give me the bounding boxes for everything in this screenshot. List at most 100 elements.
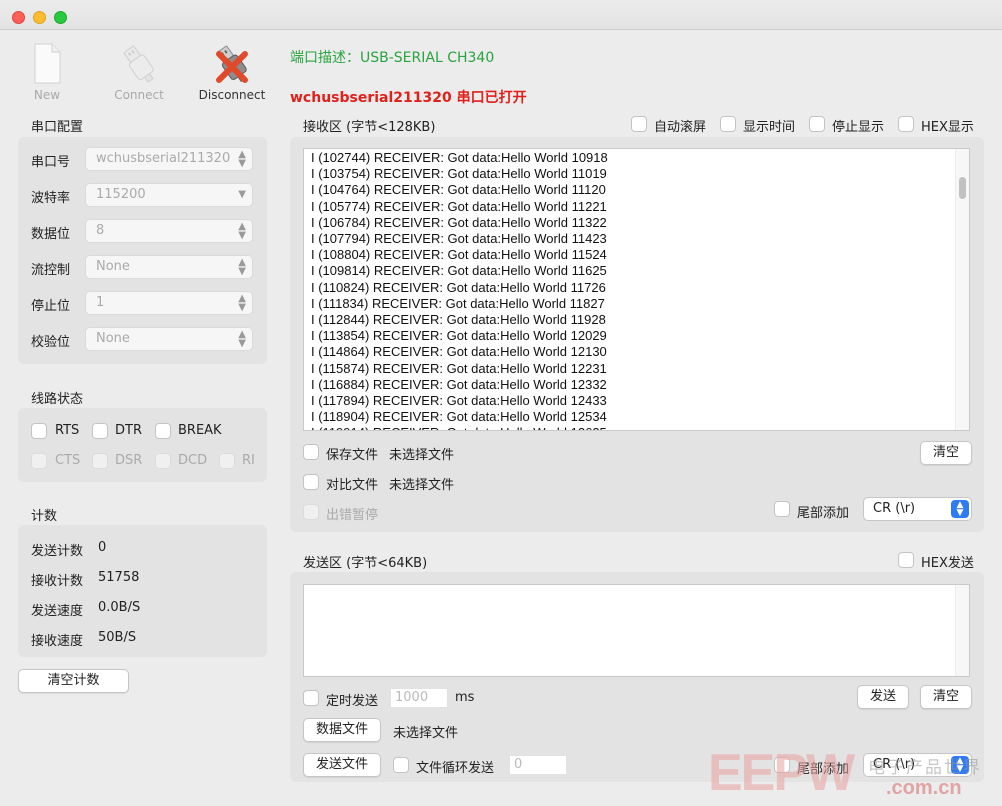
new-button[interactable]: New <box>20 42 74 102</box>
receive-speed-label: 接收速度 <box>31 634 84 649</box>
timer-interval-input[interactable]: 1000 <box>390 688 448 708</box>
ri-label: RI <box>242 453 255 468</box>
loop-send-label: 文件循环发送 <box>416 761 495 776</box>
error-pause-label: 出错暂停 <box>326 508 379 523</box>
watermark-domain-text: .com.cn <box>886 777 962 799</box>
hex-send-checkbox[interactable] <box>898 552 914 568</box>
receive-append-label: 尾部添加 <box>797 506 850 521</box>
parity-value: None <box>96 331 130 346</box>
stop-display-label: 停止显示 <box>832 120 885 135</box>
hex-send-label: HEX发送 <box>921 556 974 571</box>
app-window: New Connect Disconnect 端口描述：USB-SERIAL C… <box>0 0 1002 806</box>
received-count-value: 51758 <box>98 570 140 585</box>
dsr-label: DSR <box>115 453 143 468</box>
title-bar <box>0 0 1002 30</box>
receive-line: I (109814) RECEIVER: Got data:Hello Worl… <box>311 263 607 279</box>
dtr-checkbox[interactable] <box>92 423 108 439</box>
new-document-icon <box>34 43 61 84</box>
receive-line: I (115874) RECEIVER: Got data:Hello Worl… <box>311 360 607 376</box>
auto-scroll-checkbox[interactable] <box>631 116 647 132</box>
hex-display-label: HEX显示 <box>921 120 974 135</box>
flow-control-label: 流控制 <box>31 263 71 278</box>
receive-text-area[interactable]: I (102744) RECEIVER: Got data:Hello Worl… <box>303 148 970 431</box>
port-description: 端口描述：USB-SERIAL CH340 <box>290 50 495 66</box>
send-button[interactable]: 发送 <box>857 685 909 709</box>
auto-scroll-label: 自动滚屏 <box>654 120 707 135</box>
error-pause-checkbox[interactable] <box>303 504 319 520</box>
cts-label: CTS <box>55 453 81 468</box>
line-status-panel: RTS DTR BREAK CTS DSR DCD RI <box>18 408 267 482</box>
disconnect-button[interactable]: Disconnect <box>196 42 268 102</box>
watermark-slogan: 电子产品世界 <box>868 758 982 778</box>
receive-line: I (116884) RECEIVER: Got data:Hello Worl… <box>311 376 607 392</box>
data-file-button[interactable]: 数据文件 <box>303 718 381 742</box>
flow-control-select[interactable]: None ▲ ▼ <box>85 255 253 279</box>
updown-arrow-icon: ▲ ▼ <box>238 329 246 349</box>
receive-append-value: CR (\r) <box>873 501 916 516</box>
loop-send-checkbox[interactable] <box>393 757 409 773</box>
stop-bits-value: 1 <box>96 295 105 310</box>
port-config-panel: 串口号 wchusbserial211320 ▲ ▼ 波特率 115200 ▼ 数… <box>18 137 267 364</box>
connect-label: Connect <box>114 88 164 102</box>
send-area-title: 发送区 (字节<64KB) <box>303 556 428 571</box>
port-config-title: 串口配置 <box>31 120 84 135</box>
hex-display-checkbox[interactable] <box>898 116 914 132</box>
parity-select[interactable]: None ▲ ▼ <box>85 327 253 351</box>
stop-display-checkbox[interactable] <box>809 116 825 132</box>
data-bits-select[interactable]: 8 ▲ ▼ <box>85 219 253 243</box>
receive-line: I (111834) RECEIVER: Got data:Hello Worl… <box>311 295 605 311</box>
receive-append-checkbox[interactable] <box>774 501 790 517</box>
port-status: wchusbserial211320 串口已打开 <box>290 90 527 106</box>
clear-counts-button[interactable]: 清空计数 <box>18 669 129 693</box>
updown-arrow-icon: ▲ ▼ <box>238 293 246 313</box>
receive-lines: I (102744) RECEIVER: Got data:Hello Worl… <box>311 150 608 430</box>
updown-arrow-icon: ▲ ▼ <box>951 500 969 518</box>
timed-send-checkbox[interactable] <box>303 690 319 706</box>
eepw-watermark-logo: EEPW .com.cn 电子产品世界 <box>700 744 1000 805</box>
rts-checkbox[interactable] <box>31 423 47 439</box>
receive-append-select[interactable]: CR (\r) ▲ ▼ <box>863 497 972 521</box>
receive-line: I (105774) RECEIVER: Got data:Hello Worl… <box>311 198 607 214</box>
counts-panel: 发送计数 0 接收计数 51758 发送速度 0.0B/S 接收速度 50B/S <box>18 525 267 657</box>
baud-rate-combobox[interactable]: 115200 ▼ <box>85 183 253 207</box>
receive-scroll-thumb[interactable] <box>959 177 966 199</box>
sent-count-label: 发送计数 <box>31 544 84 559</box>
clear-receive-button[interactable]: 清空 <box>920 441 972 465</box>
close-window-button[interactable] <box>12 11 25 24</box>
show-time-checkbox[interactable] <box>720 116 736 132</box>
save-file-label: 保存文件 <box>326 448 379 463</box>
updown-arrow-icon: ▲ ▼ <box>238 221 246 241</box>
send-text-area[interactable] <box>303 584 970 677</box>
stop-bits-select[interactable]: 1 ▲ ▼ <box>85 291 253 315</box>
save-file-checkbox[interactable] <box>303 444 319 460</box>
port-name-select[interactable]: wchusbserial211320 ▲ ▼ <box>85 147 253 171</box>
zoom-window-button[interactable] <box>54 11 67 24</box>
receive-scrollbar[interactable] <box>955 149 969 430</box>
send-file-button[interactable]: 发送文件 <box>303 753 381 777</box>
receive-line: I (112844) RECEIVER: Got data:Hello Worl… <box>311 312 606 328</box>
connect-button[interactable]: Connect <box>110 42 168 102</box>
ri-indicator <box>219 453 235 469</box>
updown-arrow-icon: ▲ ▼ <box>238 149 246 169</box>
port-name-value: wchusbserial211320 <box>96 151 231 166</box>
usb-disconnect-icon <box>216 45 248 83</box>
chevron-down-icon: ▼ <box>238 189 246 200</box>
dtr-label: DTR <box>115 423 142 438</box>
send-scrollbar[interactable] <box>955 585 969 676</box>
receive-line: I (104764) RECEIVER: Got data:Hello Worl… <box>311 182 606 198</box>
break-checkbox[interactable] <box>155 423 171 439</box>
clear-send-button[interactable]: 清空 <box>920 685 972 709</box>
receive-speed-value: 50B/S <box>98 630 137 645</box>
break-label: BREAK <box>178 423 222 438</box>
port-name-label: 串口号 <box>31 155 71 170</box>
receive-line: I (110824) RECEIVER: Got data:Hello Worl… <box>311 279 606 295</box>
compare-file-checkbox[interactable] <box>303 474 319 490</box>
watermark-logo-text: EEPW <box>708 744 855 802</box>
loop-count-input[interactable]: 0 <box>509 755 567 775</box>
data-bits-label: 数据位 <box>31 227 71 242</box>
line-status-title: 线路状态 <box>31 392 84 407</box>
receive-line: I (103754) RECEIVER: Got data:Hello Worl… <box>311 166 607 182</box>
parity-label: 校验位 <box>31 335 71 350</box>
minimize-window-button[interactable] <box>33 11 46 24</box>
baud-rate-label: 波特率 <box>31 191 71 206</box>
